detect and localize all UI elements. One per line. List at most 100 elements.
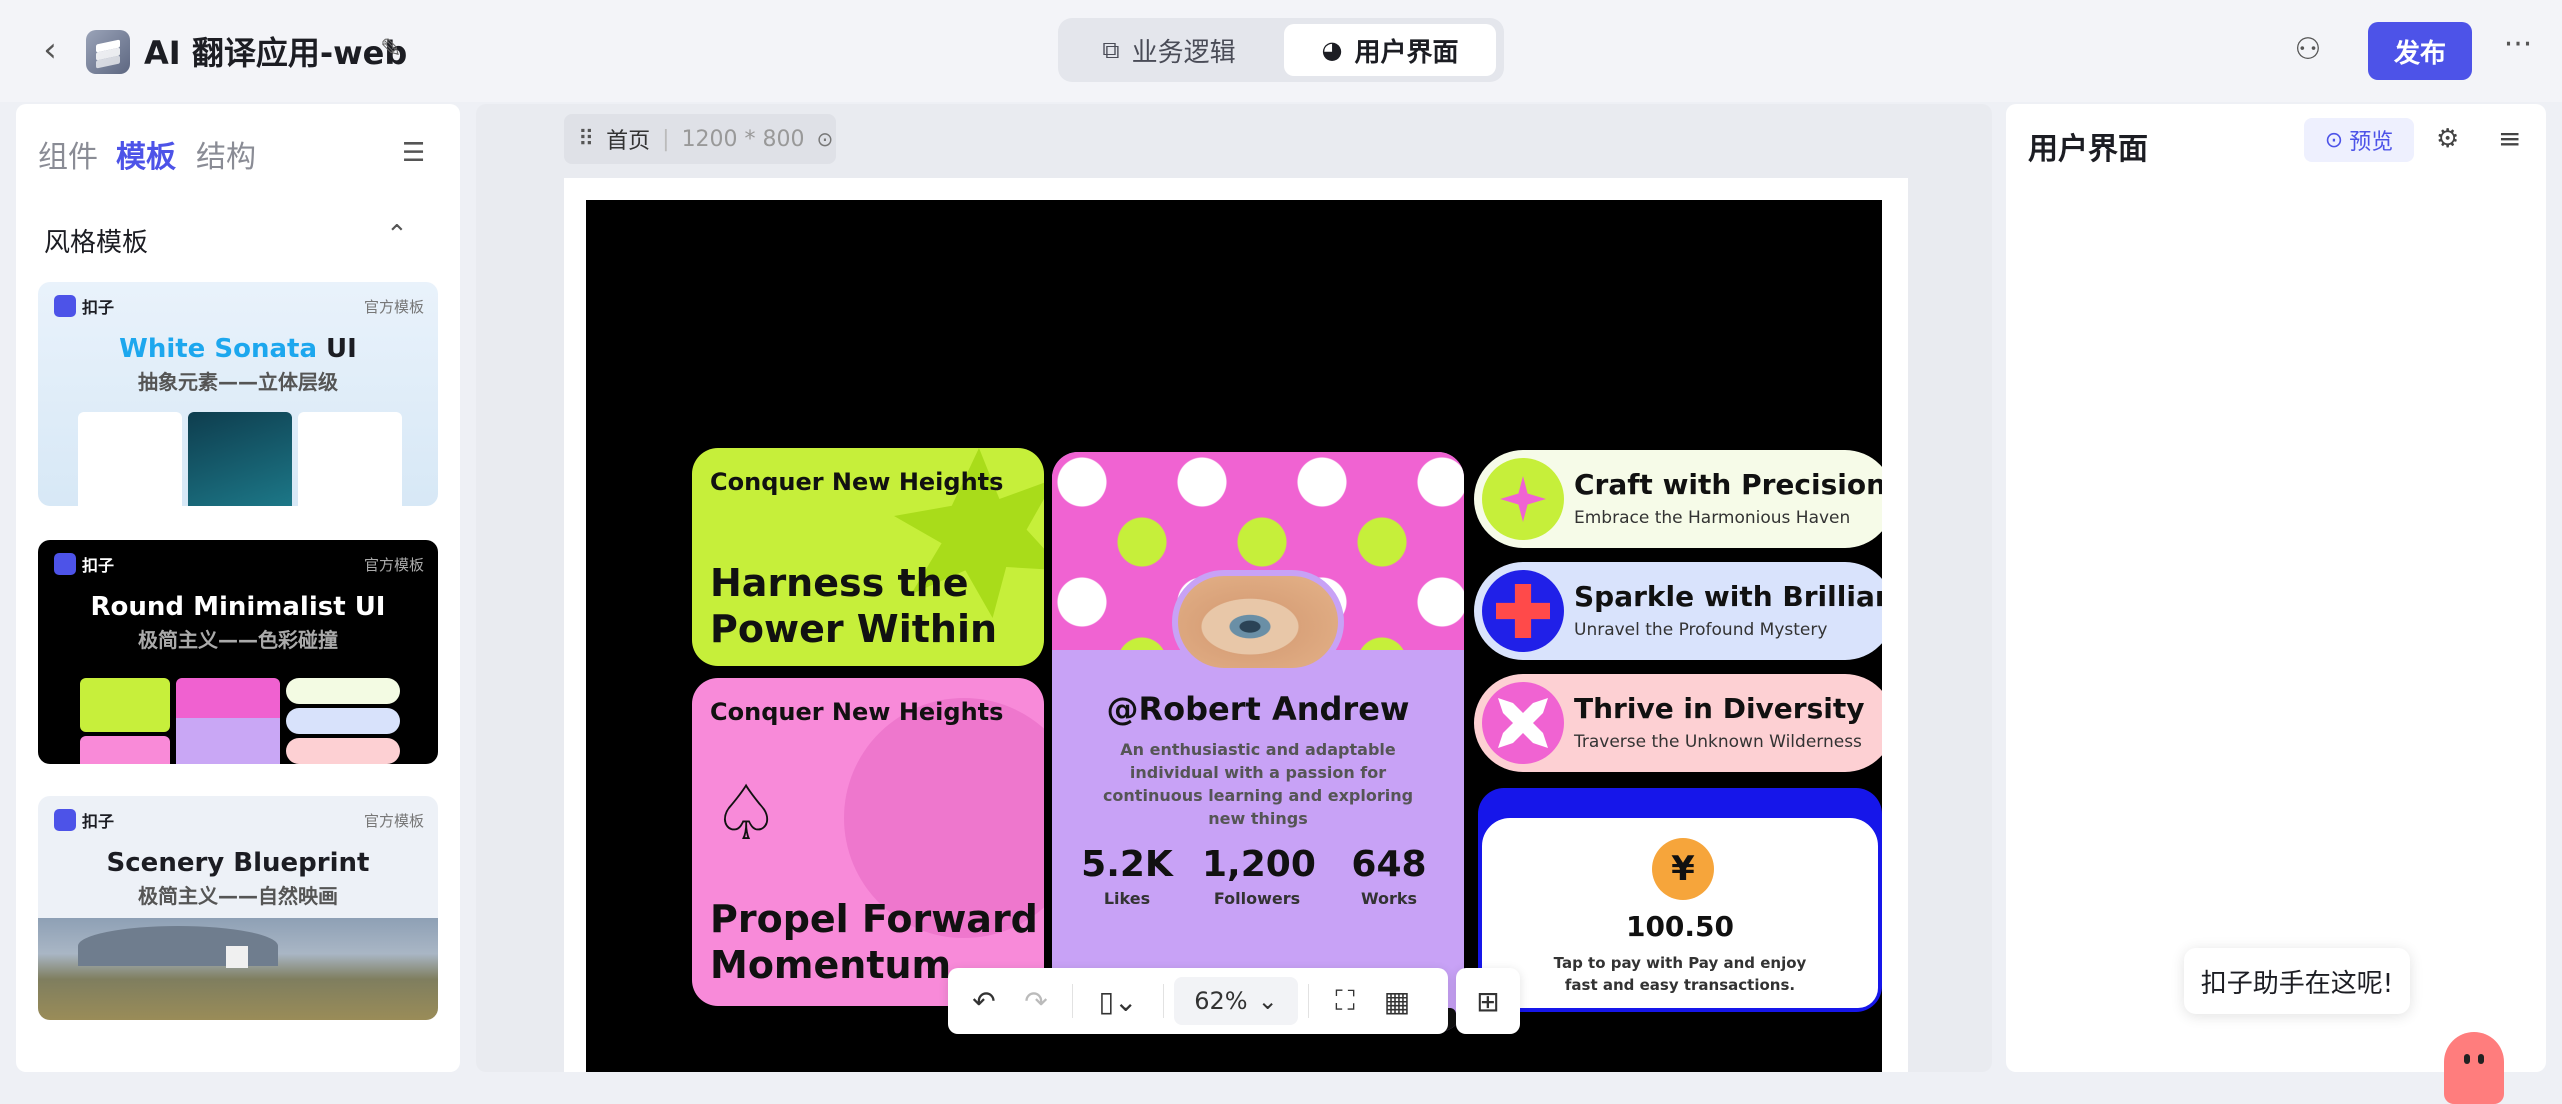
stat-likes: 5.2K Likes [1072, 844, 1182, 908]
profile-bio: An enthusiastic and adaptable individual… [1102, 740, 1414, 828]
template-preview-image [226, 946, 248, 968]
template-subtitle: 极简主义——自然映画 [138, 884, 338, 908]
assistant-bubble[interactable]: 扣子助手在这呢! [2184, 948, 2410, 1014]
card-headline-line1: Propel Forward [710, 897, 1038, 941]
template-title-part1: White Sonata [119, 334, 317, 364]
tab-structure[interactable]: 结构 [196, 132, 256, 176]
brand-logo-icon [54, 809, 76, 831]
template-card-scenery-blueprint[interactable]: 扣子 官方模板 Scenery Blueprint 极简主义——自然映画 [38, 796, 438, 1020]
pink-card[interactable]: Conquer New Heights ♤ Propel Forward Mom… [692, 678, 1044, 1006]
pill-title: Thrive in Diversity [1574, 692, 1865, 725]
profile-photo [1172, 570, 1344, 674]
right-panel: 用户界面 ⊙ 预览 ⚙ ≡ [2006, 104, 2546, 1072]
panel-title: 用户界面 [2028, 132, 2148, 167]
divider: | [662, 126, 670, 152]
chevron-up-icon[interactable]: ⌃ [386, 220, 408, 250]
tab-user-interface[interactable]: ◕ 用户界面 [1284, 24, 1496, 76]
stat-value: 1,200 [1202, 844, 1316, 885]
template-preview-image [176, 678, 280, 764]
template-subtitle: 极简主义——色彩碰撞 [138, 628, 338, 652]
canvas-area[interactable]: ⠿ 首页 | 1200 * 800 ⊙ Conquer New Heights … [476, 104, 1992, 1072]
tab-templates[interactable]: 模板 [116, 132, 176, 176]
card-kicker: Conquer New Heights [710, 468, 1004, 496]
top-bar: ‹ AI 翻译应用-web ✎ ⧉ 业务逻辑 ◕ 用户界面 ⚇ 发布 ··· [0, 0, 2562, 102]
spade-icon: ♤ [712, 768, 781, 857]
template-preview-image [286, 708, 400, 734]
payment-card[interactable]: ¥ 100.50 Tap to pay with Pay and enjoy f… [1478, 788, 1882, 1012]
template-preview-image [188, 412, 292, 506]
brand-logo: 扣子 [54, 808, 114, 832]
payment-description: Tap to pay with Pay and enjoy fast and e… [1553, 954, 1807, 994]
feature-pill-brilliance[interactable]: Sparkle with Brilliance Unravel the Prof… [1474, 562, 1882, 660]
pill-title: Craft with Precision [1574, 468, 1882, 501]
official-tag: 官方模板 [363, 298, 424, 316]
brand-logo-icon [54, 295, 76, 317]
pill-subtitle: Embrace the Harmonious Haven [1574, 508, 1851, 528]
preview-button[interactable]: ⊙ 预览 [2304, 118, 2414, 162]
page-chip[interactable]: ⠿ 首页 | 1200 * 800 ⊙ [564, 114, 836, 164]
stat-label: Likes [1103, 889, 1151, 908]
tab-components[interactable]: 组件 [38, 132, 98, 176]
stat-value: 648 [1351, 844, 1427, 885]
pill-title: Sparkle with Brilliance [1574, 580, 1882, 613]
tab-business-logic[interactable]: ⧉ 业务逻辑 [1064, 24, 1274, 76]
template-title-part2: UI [317, 334, 357, 364]
add-collaborator-icon[interactable]: ⚇ [2290, 32, 2326, 68]
gear-icon[interactable]: ⚙ [2436, 124, 2459, 154]
logic-icon: ⧉ [1102, 36, 1120, 64]
grid-icon[interactable]: ▦ [1371, 985, 1423, 1018]
collapse-panel-icon[interactable]: ≡ [2498, 122, 2521, 155]
assistant-avatar[interactable] [2444, 1032, 2504, 1104]
card-headline-line2: Power Within [710, 607, 998, 651]
template-preview-image [78, 926, 278, 966]
brand-name: 扣子 [82, 298, 115, 317]
pointer-mode-icon[interactable]: ▯⌄ [1083, 985, 1153, 1018]
template-title: Round Minimalist UI [90, 592, 386, 622]
official-tag: 官方模板 [363, 812, 424, 830]
x-shape-icon [1482, 682, 1564, 764]
zoom-select[interactable]: 62% ⌄ [1174, 977, 1298, 1025]
card-kicker: Conquer New Heights [710, 698, 1004, 726]
profile-card[interactable]: @Robert Andrew An enthusiastic and adapt… [1052, 452, 1464, 1032]
template-card-white-sonata[interactable]: 扣子 官方模板 White Sonata UI 抽象元素——立体层级 [38, 282, 438, 506]
pill-subtitle: Unravel the Profound Mystery [1574, 620, 1828, 640]
yen-icon: ¥ [1652, 838, 1714, 900]
left-panel: 组件 模板 结构 ☰ 风格模板 ⌃ 扣子 官方模板 White Sonata U… [16, 104, 460, 1072]
template-title: Scenery Blueprint [106, 848, 370, 878]
edit-icon[interactable]: ✎ [380, 34, 410, 64]
stat-followers: 1,200 Followers [1202, 844, 1316, 908]
back-icon[interactable]: ‹ [30, 30, 70, 70]
publish-button[interactable]: 发布 [2368, 22, 2472, 80]
payment-amount: 100.50 [1625, 910, 1735, 943]
brand-logo: 扣子 [54, 552, 114, 576]
template-card-round-minimalist[interactable]: 扣子 官方模板 Round Minimalist UI 极简主义——色彩碰撞 [38, 540, 438, 764]
template-preview-image [80, 736, 170, 764]
template-preview-image [286, 738, 400, 764]
brand-logo-icon [54, 553, 76, 575]
app-title: AI 翻译应用-web [144, 34, 408, 72]
feature-pill-precision[interactable]: Craft with Precision Embrace the Harmoni… [1474, 450, 1882, 548]
stat-works: 648 Works [1334, 844, 1444, 908]
green-card[interactable]: Conquer New Heights Harness the Power Wi… [692, 448, 1044, 666]
feature-pill-diversity[interactable]: Thrive in Diversity Traverse the Unknown… [1474, 674, 1882, 772]
add-page-icon[interactable]: ⊞ [1456, 968, 1520, 1034]
tab-user-interface-label: 用户界面 [1354, 37, 1459, 68]
play-icon[interactable]: ⊙ [817, 127, 834, 151]
template-preview-image [80, 678, 170, 732]
collapse-panel-icon[interactable]: ☰ [402, 138, 425, 168]
template-preview-image [286, 678, 400, 704]
redo-icon[interactable]: ↷ [1010, 985, 1062, 1018]
page-frame: Conquer New Heights Harness the Power Wi… [564, 178, 1908, 1072]
drag-handle-icon[interactable]: ⠿ [578, 127, 594, 152]
chevron-down-icon: ⌄ [1257, 987, 1278, 1015]
zoom-value: 62% [1194, 987, 1248, 1015]
template-preview-image [298, 412, 402, 506]
more-icon[interactable]: ··· [2500, 30, 2536, 66]
canvas-toolbar: ↶ ↷ ▯⌄ 62% ⌄ ⛶ ▦ [948, 968, 1448, 1034]
brand-logo: 扣子 [54, 294, 114, 318]
fit-screen-icon[interactable]: ⛶ [1319, 984, 1371, 1018]
section-title: 风格模板 [44, 228, 149, 258]
undo-icon[interactable]: ↶ [958, 985, 1010, 1018]
page-canvas[interactable]: Conquer New Heights Harness the Power Wi… [586, 200, 1882, 1072]
play-icon: ⊙ [2324, 127, 2344, 153]
